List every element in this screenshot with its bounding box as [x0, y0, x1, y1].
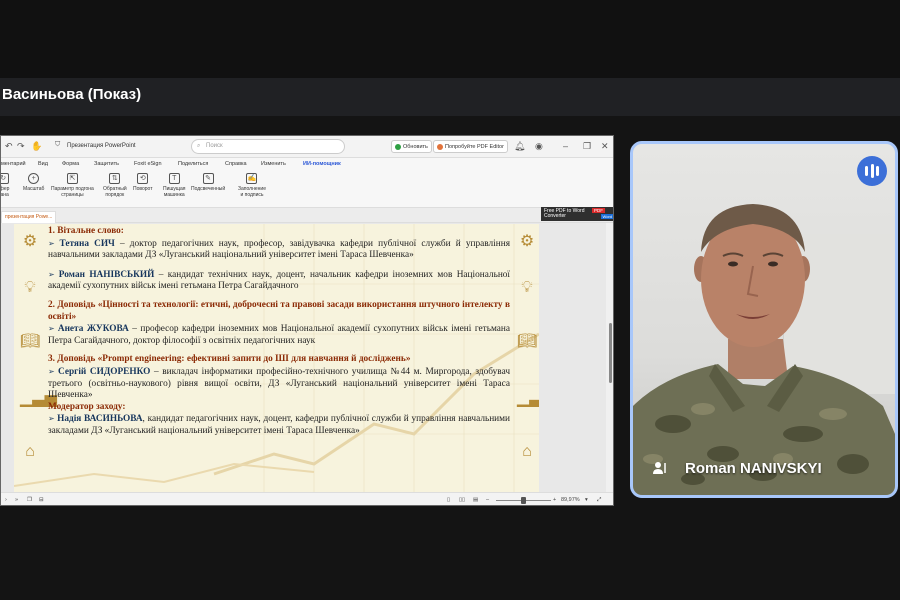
slide-page: ⚙ 💡︎ 📖︎ ▁▃▅ ⌂ ⚙ 💡︎ 📖︎ ▁▃▅ ⌂ 1. Вітальне … [14, 224, 539, 492]
window-titlebar: ↶ ↷ ✋ ⛉ Презентация PowerPoint ⌕ Поиск О… [1, 136, 613, 158]
speaker-item-4: ➢ Сергій СИДОРЕНКО – викладач інформатик… [48, 366, 511, 401]
fill-sign-icon: ✍ [246, 173, 258, 184]
slide-heading-1: 1. Вітальне слово: [48, 226, 124, 236]
zoom-slider-knob[interactable] [521, 497, 526, 504]
menu-item-help[interactable]: Справка [225, 161, 247, 167]
slide-heading-3: 3. Доповідь «Prompt engineering: ефектив… [48, 354, 411, 365]
menu-item-form[interactable]: Форма [62, 161, 79, 167]
shield-icon: ⛉ [55, 141, 61, 148]
top-strip [0, 0, 900, 78]
two-page-icon[interactable]: ▯▯ [459, 497, 465, 503]
slide-heading-4: Модератор заходу: [48, 401, 126, 412]
pdf-editor-icon [437, 144, 443, 150]
menu-item-protect[interactable]: Защитить [94, 161, 119, 167]
single-page-icon[interactable]: ▯ [447, 497, 450, 503]
reverse-order-icon: ⇅ [109, 173, 121, 184]
speaker-item-1: ➢ Тетяна СИЧ – доктор педагогічних наук,… [48, 238, 510, 261]
search-placeholder: Поиск [206, 143, 223, 149]
menu-item-foxit-esign[interactable]: Foxit eSign [134, 161, 162, 167]
presentation-title: Васиньова (Показ) [2, 86, 142, 103]
menu-bar: ментарий Вид Форма Защитить Foxit eSign … [1, 158, 613, 170]
undo-icon[interactable]: ↶ [5, 141, 13, 152]
speaker-item-3: ➢ Анета ЖУКОВА – професор кафедри інозем… [48, 324, 510, 346]
convert-icon: ↻ [1, 173, 9, 184]
last-page-icon[interactable]: » [15, 497, 18, 503]
house-icon: ⌂ [25, 443, 35, 460]
split-view-icon[interactable]: ⊟ [39, 497, 44, 503]
menu-item-view[interactable]: Вид [38, 161, 48, 167]
scroll-thumb[interactable] [609, 323, 612, 383]
menu-item-share[interactable]: Поделиться [178, 161, 208, 167]
presentation-title-bar: Васиньова (Показ) [0, 78, 900, 116]
participant-name: Roman NANIVSKYI [685, 460, 822, 477]
gear-icon-right: ⚙ [519, 233, 535, 250]
fit-page-tool[interactable]: ⇱ Параметр подгона страницы [51, 173, 94, 198]
menu-item-comment[interactable]: ментарий [1, 161, 26, 167]
speaking-indicator-icon [857, 156, 887, 186]
restore-icon[interactable]: ❐ [583, 141, 591, 152]
house-icon-right: ⌂ [522, 443, 532, 460]
update-button[interactable]: Обновить [391, 140, 432, 153]
search-icon: ⌕ [197, 143, 201, 149]
bar-chart-icon: ▁▃▅ [20, 390, 57, 407]
minimize-icon[interactable]: – [563, 141, 568, 151]
participant-video [633, 204, 895, 495]
book-icon: 📖︎ [20, 333, 41, 350]
rotate-icon: ⟲ [137, 173, 149, 184]
book-icon-right: 📖︎ [517, 333, 538, 350]
vertical-scrollbar[interactable] [606, 223, 613, 492]
slide-heading-2: 2. Доповідь «Цінності та технології: ети… [48, 299, 510, 322]
prev-page-icon[interactable]: › [5, 497, 7, 503]
lightbulb-icon-right: 💡︎ [521, 279, 533, 296]
fullscreen-icon[interactable]: ⤢ [597, 497, 601, 504]
typewriter-tool[interactable]: T Пишущая машинка [163, 173, 186, 198]
bar-chart-icon-right: ▁▃▅ [517, 390, 539, 407]
hand-tool-icon[interactable]: ✋ [31, 141, 42, 152]
lightbulb-icon: 💡︎ [24, 279, 36, 296]
highlight-tool[interactable]: ✎ Подсвеченный [191, 173, 225, 192]
rotate-tool[interactable]: ⟲ Поворот [133, 173, 153, 192]
status-bar: › » ❐ ⊟ ▯ ▯▯ ▤ – + 89,97% ▾ ⤢ [1, 492, 613, 505]
search-input[interactable]: ⌕ Поиск [191, 139, 345, 154]
reverse-order-tool[interactable]: ⇅ Обратный порядок [103, 173, 127, 198]
redo-icon[interactable]: ↷ [17, 141, 25, 152]
fit-page-icon: ⇱ [66, 173, 78, 184]
slide-content: 1. Вітальне слово: ➢ Тетяна СИЧ – доктор… [48, 226, 510, 438]
participant-tile[interactable]: Roman NANIVSKYI [630, 141, 898, 498]
pdf-converter-badge[interactable]: Free PDF to Word Converter PDF Word [541, 207, 613, 221]
typewriter-icon: T [168, 173, 180, 184]
try-pdf-editor-button[interactable]: Попробуйте PDF Editor [433, 140, 508, 153]
convert-tool[interactable]: ↻офер иана [1, 173, 9, 198]
shared-screen[interactable]: ↶ ↷ ✋ ⛉ Презентация PowerPoint ⌕ Поиск О… [0, 135, 614, 506]
highlight-icon: ✎ [202, 173, 214, 184]
zoom-out-icon[interactable]: – [486, 497, 489, 503]
speaker-item-5: ➢ Надія ВАСИНЬОВА, кандидат педагогічних… [48, 414, 511, 436]
update-icon [395, 144, 401, 150]
zoom-level[interactable]: 89,97% [561, 497, 580, 503]
copy-icon[interactable]: ❐ [27, 497, 32, 503]
menu-item-ai-assistant[interactable]: ИИ-помощник [303, 161, 341, 167]
zoom-tool[interactable]: + Масштаб [23, 173, 44, 192]
zoom-icon: + [28, 173, 40, 184]
document-tabs: презентация Powe... [1, 208, 613, 223]
menu-item-edit[interactable]: Изменить [261, 161, 286, 167]
zoom-in-icon[interactable]: + [553, 497, 556, 503]
document-area: ⚙ 💡︎ 📖︎ ▁▃▅ ⌂ ⚙ 💡︎ 📖︎ ▁▃▅ ⌂ 1. Вітальне … [1, 223, 613, 492]
document-tab[interactable]: презентация Powe... [1, 211, 57, 223]
fill-sign-tool[interactable]: ✍ Заполнение и подпись [238, 173, 266, 198]
app-title: Презентация PowerPoint [67, 143, 136, 149]
account-icon[interactable]: ◉ [535, 141, 543, 152]
ribbon-toolbar: ↻офер иана +Масштаб ⇱Параметр подгона ст… [1, 170, 613, 208]
speaker-item-2: ➢ Роман НАНІВСЬКИЙ – кандидат технічних … [48, 269, 511, 292]
bell-icon[interactable]: 🔔︎ [514, 141, 525, 152]
close-icon[interactable]: ✕ [601, 141, 609, 152]
continuous-page-icon[interactable]: ▤ [473, 497, 478, 503]
gear-icon: ⚙ [22, 233, 38, 250]
pin-icon[interactable] [653, 461, 667, 477]
zoom-dropdown-icon[interactable]: ▾ [585, 497, 588, 503]
